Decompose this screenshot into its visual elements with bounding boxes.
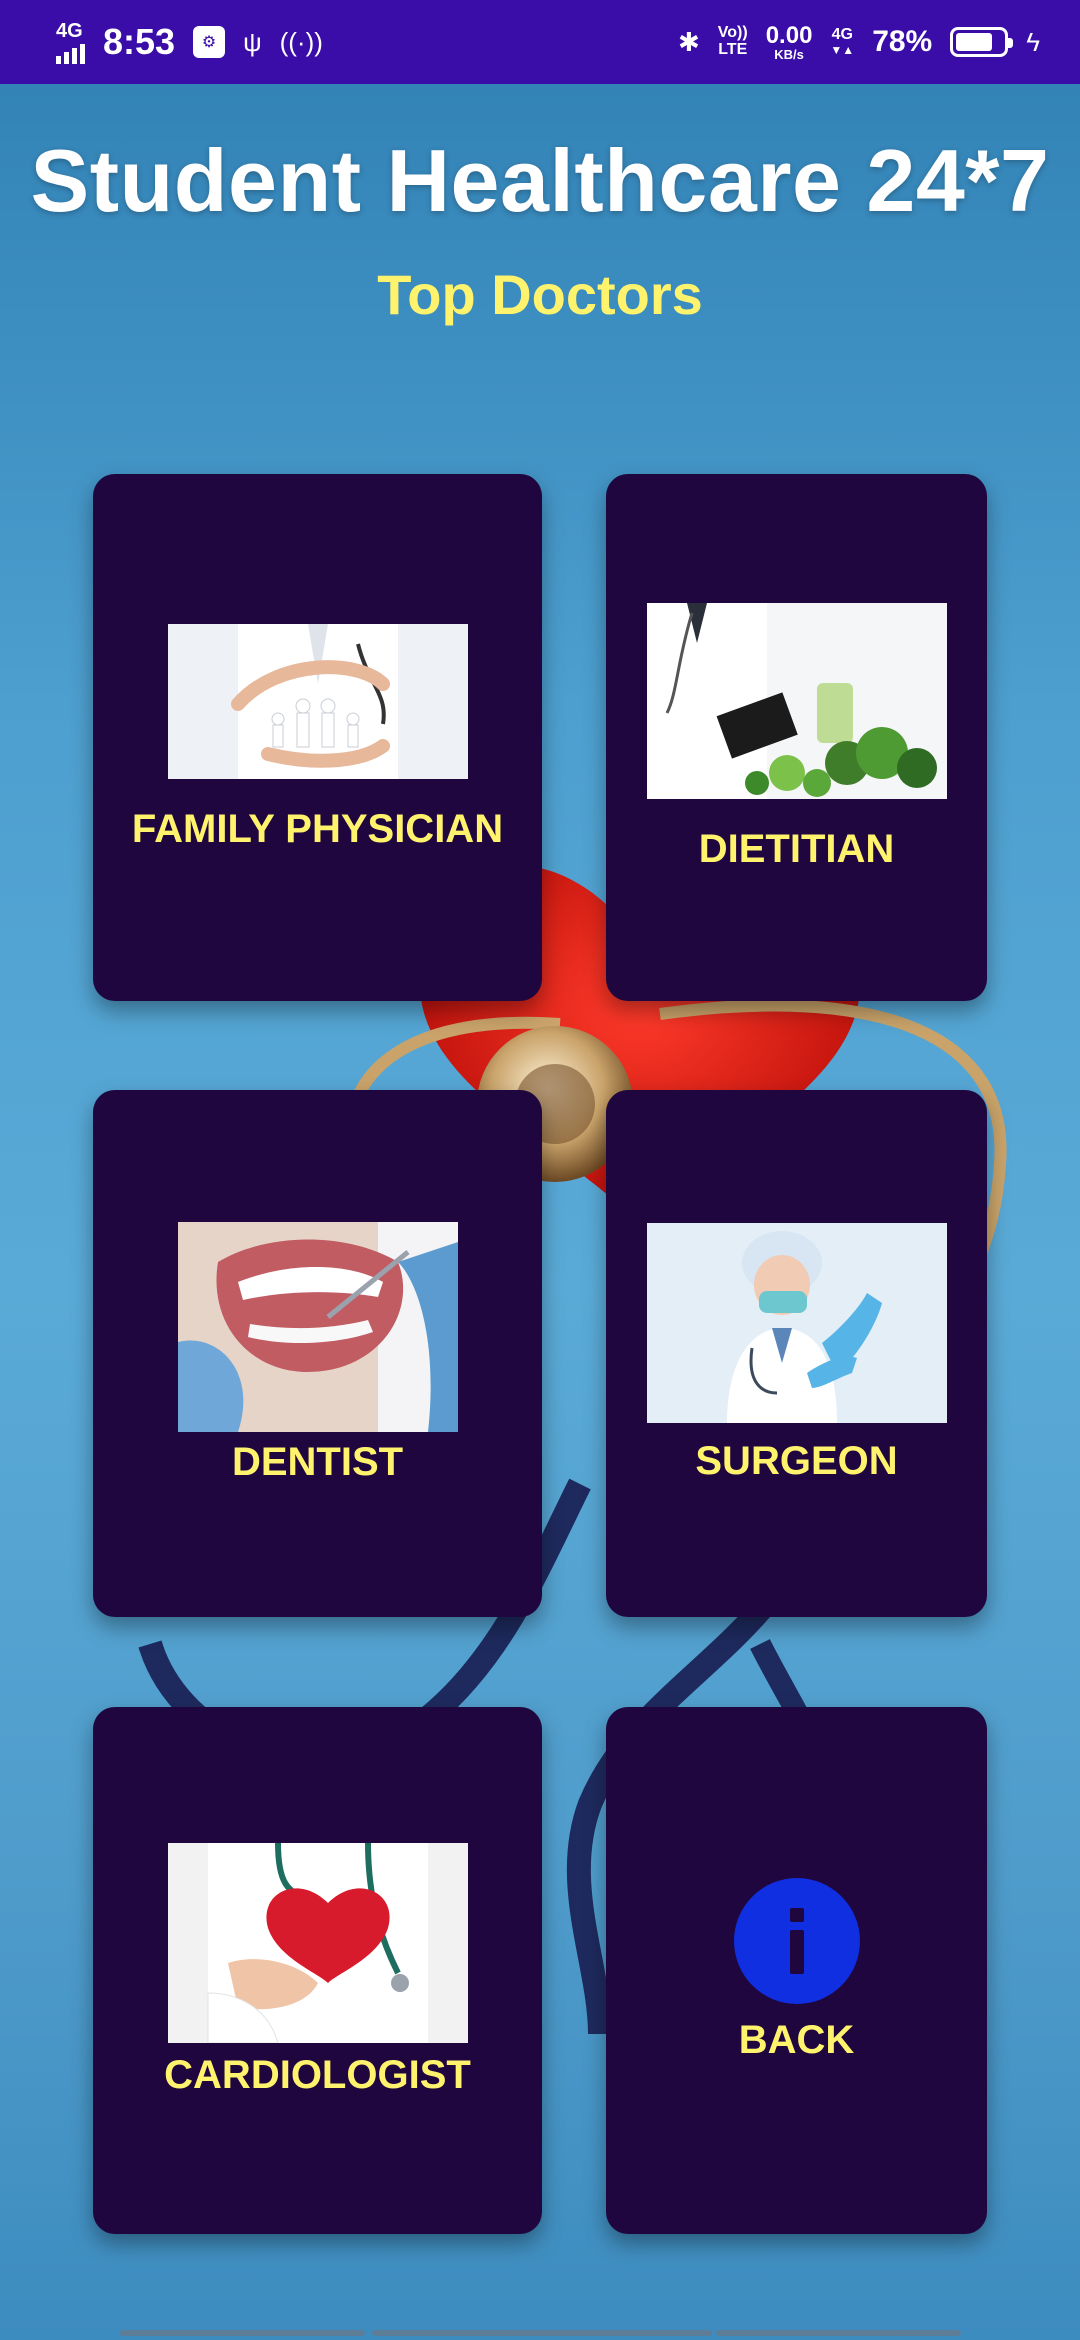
network-speed: 0.00 KB/s bbox=[765, 21, 813, 62]
status-bar-left: 4G 8:53 ⚙ ψ ((·)) bbox=[56, 21, 323, 64]
data-activity-icon: 4G ▼▲ bbox=[830, 26, 855, 58]
family-physician-label: FAMILY PHYSICIAN bbox=[131, 806, 504, 851]
family-care-photo bbox=[167, 623, 468, 779]
dietitian-label: DIETITIAN bbox=[698, 827, 895, 871]
page-subtitle: Top Doctors bbox=[377, 263, 703, 326]
bluetooth-icon: ✱ bbox=[677, 27, 700, 57]
surgeon-card[interactable]: SURGEON bbox=[606, 1090, 987, 1617]
network-type: 4G bbox=[56, 19, 83, 42]
dentist-card[interactable]: DENTIST bbox=[93, 1090, 542, 1617]
nav-indicator-3 bbox=[716, 2330, 961, 2336]
surgeon-label: SURGEON bbox=[695, 1439, 898, 1483]
doctor-vegetables-photo bbox=[646, 603, 947, 799]
surgeon-gloves-photo bbox=[646, 1223, 947, 1423]
battery-icon bbox=[950, 27, 1014, 57]
usb-debug-icon: ⚙ bbox=[193, 26, 226, 58]
status-bar-right: ✱ Vo)) LTE 0.00 KB/s 4G ▼▲ 78% ϟ bbox=[677, 21, 1040, 62]
dietitian-card[interactable]: DIETITIAN bbox=[606, 474, 987, 1001]
signal-icon: 4G bbox=[56, 21, 85, 64]
family-physician-card[interactable]: FAMILY PHYSICIAN bbox=[93, 474, 542, 1001]
clock: 8:53 bbox=[103, 21, 176, 62]
cardiologist-card[interactable]: CARDIOLOGIST bbox=[93, 1707, 542, 2234]
back-button[interactable]: BACK bbox=[606, 1707, 987, 2234]
nav-indicator-1 bbox=[120, 2330, 365, 2336]
cardiologist-label: CARDIOLOGIST bbox=[164, 2053, 471, 2097]
hotspot-icon: ((·)) bbox=[279, 27, 323, 57]
usb-icon: ψ bbox=[243, 27, 262, 57]
app-title: Student Healthcare 24*7 bbox=[30, 131, 1050, 230]
back-label: BACK bbox=[738, 2018, 855, 2062]
nav-indicator-2 bbox=[372, 2330, 712, 2336]
dental-exam-photo bbox=[177, 1222, 458, 1432]
charging-icon: ϟ bbox=[1026, 27, 1040, 57]
volte-icon: Vo)) LTE bbox=[717, 24, 748, 58]
dentist-label: DENTIST bbox=[231, 1440, 404, 1484]
status-bar: 4G 8:53 ⚙ ψ ((·)) ✱ Vo)) LTE 0.00 KB/s 4… bbox=[0, 0, 1080, 84]
battery-percent: 78% bbox=[872, 25, 933, 58]
info-icon bbox=[733, 1878, 860, 2004]
heart-in-hand-photo bbox=[167, 1843, 468, 2043]
